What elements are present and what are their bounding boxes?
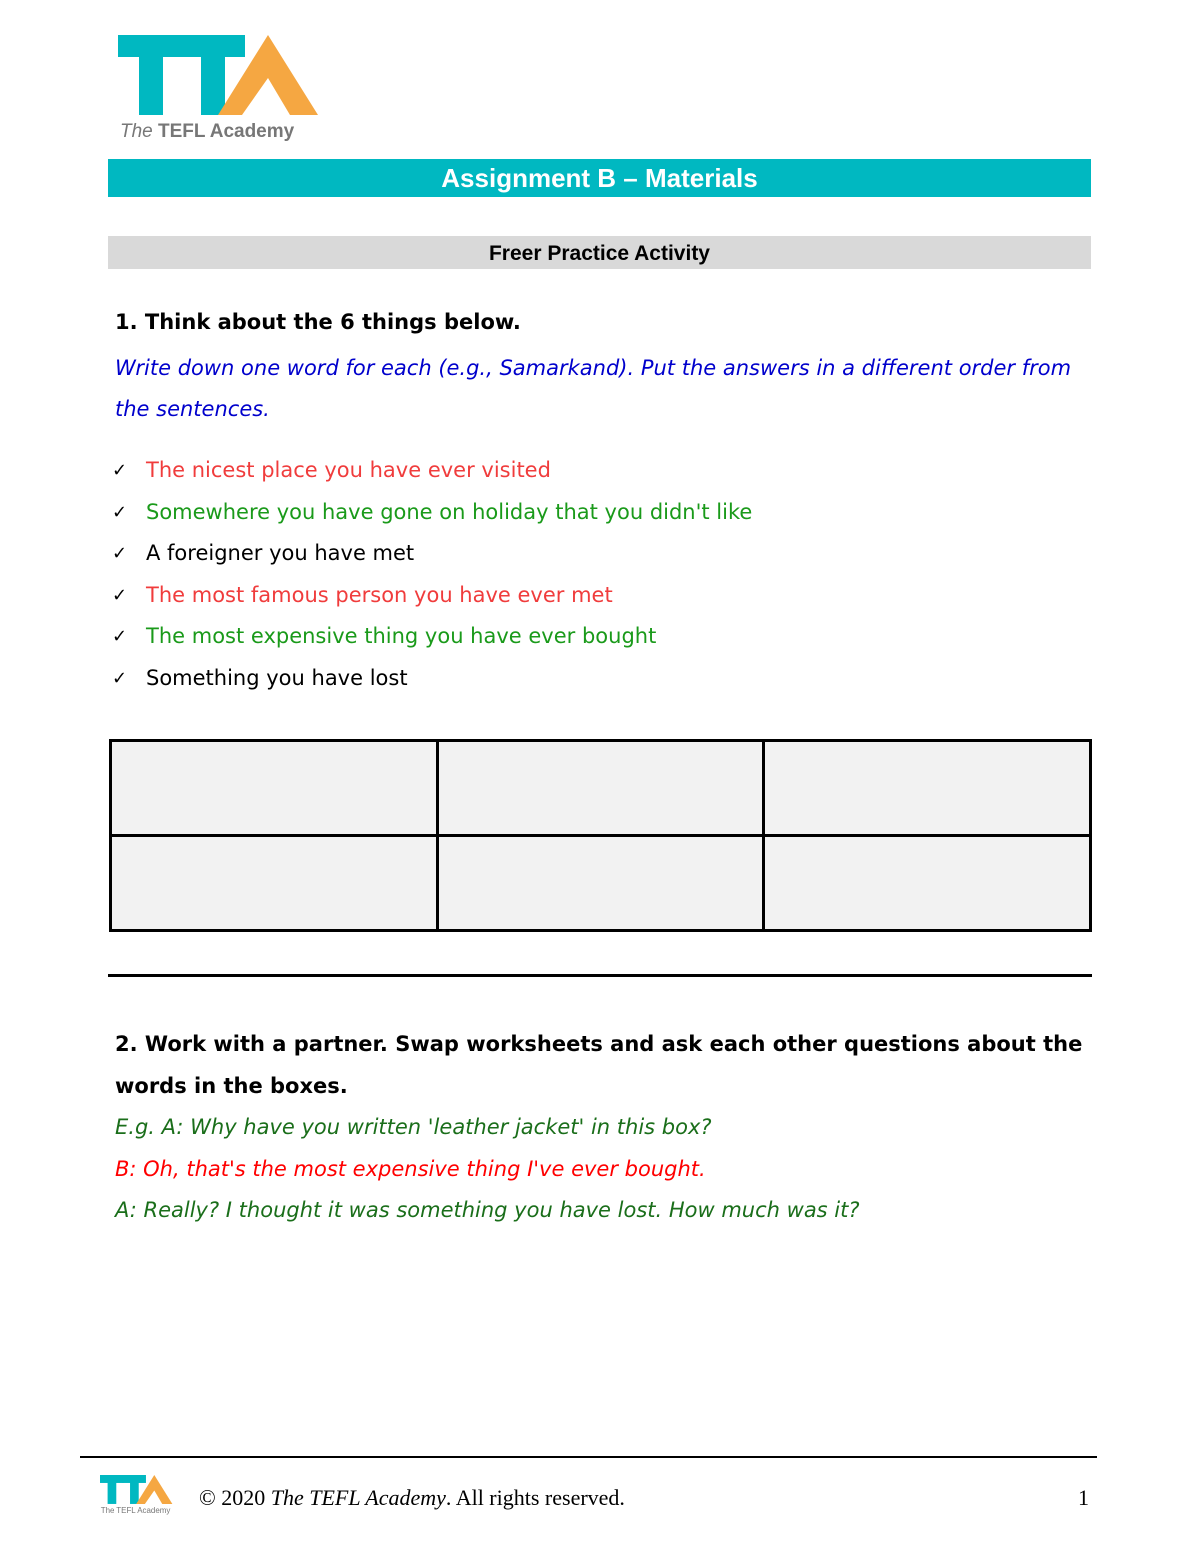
activity-subtitle-banner: Freer Practice Activity [108,236,1091,269]
footer-logo: The TEFL Academy [100,1472,176,1516]
checklist-item: ✓ The nicest place you have ever visited [112,450,752,492]
checklist-item: ✓ The most expensive thing you have ever … [112,616,752,658]
check-icon: ✓ [112,501,128,523]
copyright-notice: © 2020 The TEFL Academy. All rights rese… [199,1485,625,1511]
svg-text:The: The [101,1506,115,1515]
section2-heading: 2. Work with a partner. Swap worksheets … [115,1032,1083,1098]
dialog-line: A: Really? I thought it was something yo… [115,1198,860,1223]
copyright-suffix: . All rights reserved. [445,1485,625,1510]
checklist-item-text: The most famous person you have ever met [146,582,613,607]
section1-heading: 1. Think about the 6 things below. [115,310,521,334]
tta-logo: The TEFL Academy [118,30,328,145]
svg-text:The: The [120,121,153,142]
checklist-item: ✓ Somewhere you have gone on holiday that… [112,492,752,534]
section1-instruction: Write down one word for each (e.g., Sama… [115,356,1072,421]
dialog-line: B: Oh, that's the most expensive thing I… [115,1156,706,1181]
answer-box[interactable] [112,837,436,929]
answer-box[interactable] [438,742,763,834]
check-icon: ✓ [112,584,128,606]
checklist-item: ✓ A foreigner you have met [112,533,752,575]
tta-logo-icon: The TEFL Academy [100,1475,173,1515]
copyright-org: The TEFL Academy [270,1485,446,1510]
answer-box[interactable] [438,837,763,929]
checklist-item-text: Somewhere you have gone on holiday that … [146,499,753,524]
check-icon: ✓ [112,460,128,481]
answer-box[interactable] [112,742,436,834]
checklist-item: ✓ Something you have lost [112,658,752,700]
check-icon: ✓ [112,626,128,648]
checklist-item-text: A foreigner you have met [146,541,415,566]
copyright-prefix: © 2020 [199,1485,271,1510]
answer-box[interactable] [765,837,1089,929]
example-dialog: E.g. A: Why have you written 'leather ja… [115,1107,1095,1232]
footer-divider [80,1456,1097,1458]
tta-logo-icon: The TEFL Academy [118,35,318,142]
checklist-item-text: Something you have lost [146,665,408,690]
answer-box[interactable] [765,742,1089,834]
checklist-item-text: The nicest place you have ever visited [146,458,551,482]
section-divider [108,974,1092,977]
checklist-item-text: The most expensive thing you have ever b… [146,624,657,649]
check-icon: ✓ [112,543,128,565]
page-number: 1 [1078,1485,1089,1510]
svg-text:TEFL Academy: TEFL Academy [116,1506,170,1515]
checklist-item: ✓ The most famous person you have ever me… [112,575,752,617]
answer-box-grid [109,739,1092,932]
check-icon: ✓ [112,667,128,689]
prompt-checklist: ✓ The nicest place you have ever visited … [112,450,752,700]
dialog-line: E.g. A: Why have you written 'leather ja… [115,1115,712,1139]
assignment-title-banner: Assignment B – Materials [108,159,1091,197]
svg-text:TEFL Academy: TEFL Academy [158,121,295,142]
